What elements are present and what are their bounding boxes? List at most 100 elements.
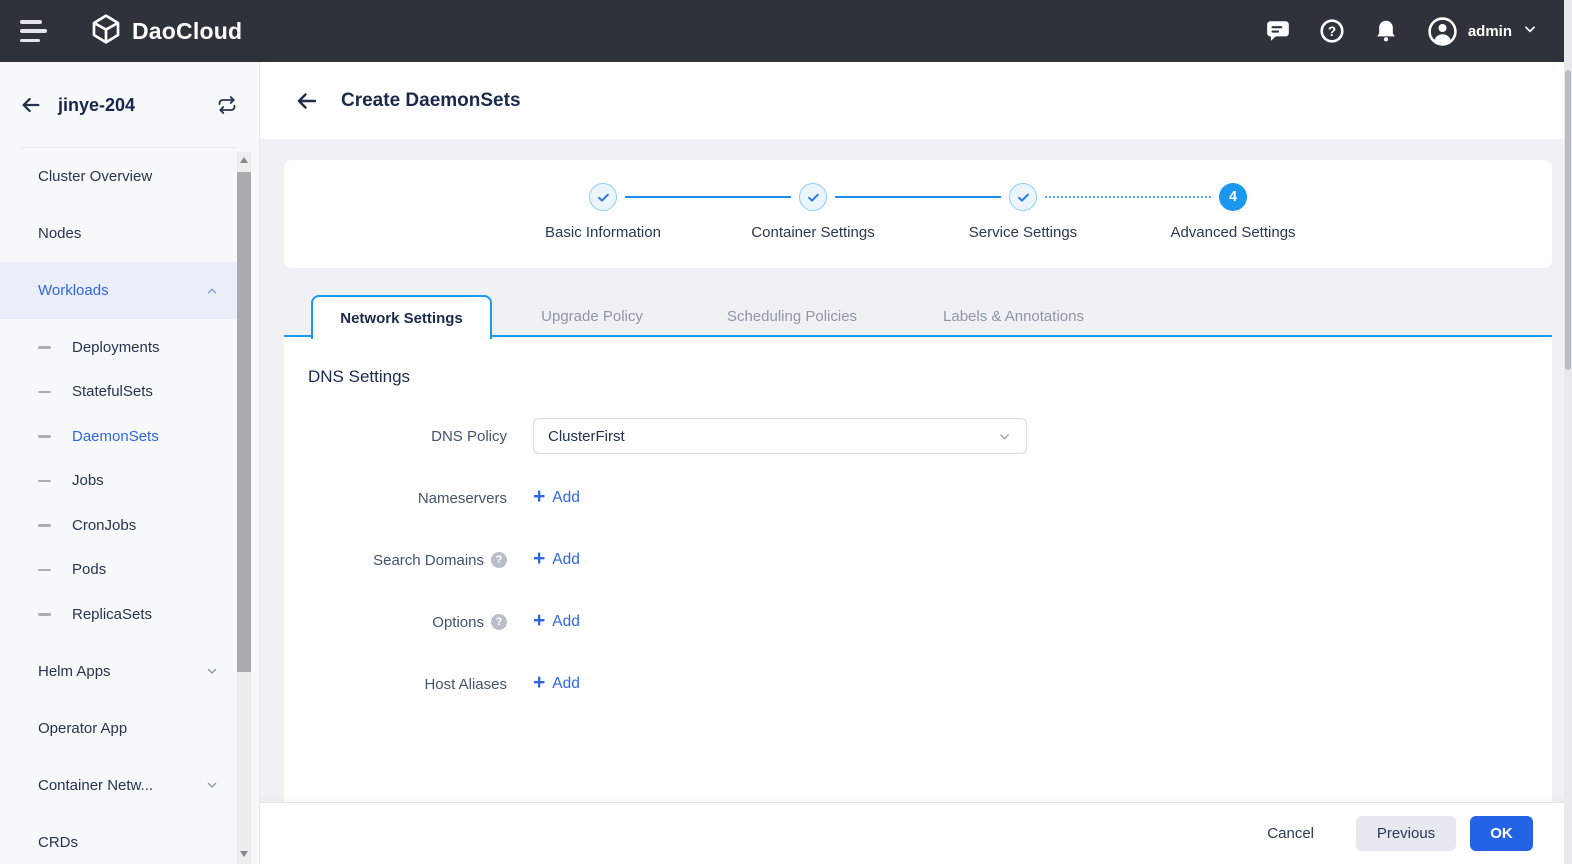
step-check-icon [589, 183, 617, 211]
scroll-down-icon[interactable] [237, 846, 251, 862]
sidebar-item-container-netw[interactable]: Container Netw... [0, 757, 237, 814]
step-check-icon [1009, 183, 1037, 211]
plus-icon: + [533, 547, 546, 570]
sidebar-scrollbar[interactable] [237, 152, 251, 864]
brand[interactable]: DaoCloud [90, 13, 242, 50]
sidebar-item-label: Container Netw... [38, 776, 154, 794]
dash-icon [38, 390, 51, 393]
tab-labels-annotations[interactable]: Labels & Annotations [892, 295, 1135, 337]
sidebar-item-daemonsets[interactable]: DaemonSets [0, 414, 237, 459]
sidebar-item-helm-apps[interactable]: Helm Apps [0, 643, 237, 700]
field-label: Search Domains [373, 551, 484, 569]
dns-policy-select[interactable]: ClusterFirst [533, 418, 1027, 454]
step-number: 4 [1219, 183, 1247, 211]
wizard-body: Basic Information Container Settings Servi… [260, 139, 1572, 802]
chevron-down-icon [1522, 21, 1538, 42]
field-label: Options [432, 613, 484, 631]
avatar-icon [1427, 16, 1458, 47]
dns-policy-label: DNS Policy [431, 427, 507, 445]
chevron-down-icon [205, 778, 219, 792]
previous-button[interactable]: Previous [1356, 816, 1456, 851]
add-options-button[interactable]: + Add [533, 610, 580, 631]
sidebar-item-workloads[interactable]: Workloads [0, 262, 237, 319]
help-icon[interactable]: ? [491, 614, 507, 630]
scroll-up-icon[interactable] [237, 152, 251, 168]
sidebar-item-label: Operator App [38, 719, 128, 737]
step-connector [625, 196, 791, 198]
page-back-icon[interactable] [295, 89, 319, 113]
sidebar-item-jobs[interactable]: Jobs [0, 459, 237, 504]
page-header: Create DaemonSets [260, 62, 1572, 139]
add-search-domains-button[interactable]: + Add [533, 547, 580, 570]
sidebar-menu: Cluster Overview Nodes Workloads Deployment… [0, 148, 237, 864]
sidebar-item-label: Nodes [38, 225, 82, 242]
tab-upgrade-policy[interactable]: Upgrade Policy [492, 295, 692, 337]
tab-network-settings[interactable]: Network Settings [311, 295, 492, 339]
chevron-up-icon [205, 284, 219, 298]
sidebar-item-label: ReplicaSets [72, 605, 153, 623]
sidebar-item-cluster-overview[interactable]: Cluster Overview [0, 148, 237, 205]
help-icon[interactable]: ? [1319, 18, 1346, 45]
step-container-settings[interactable]: Container Settings [708, 160, 918, 268]
page-scrollbar[interactable] [1564, 0, 1572, 864]
ok-button[interactable]: OK [1470, 816, 1533, 851]
sidebar-item-label: CRDs [38, 833, 78, 851]
page-title: Create DaemonSets [341, 89, 521, 111]
page-scrollbar-thumb[interactable] [1565, 70, 1571, 370]
sidebar-item-deployments[interactable]: Deployments [0, 325, 237, 370]
cancel-button[interactable]: Cancel [1253, 816, 1328, 851]
step-advanced-settings[interactable]: 4 Advanced Settings [1128, 160, 1338, 268]
step-connector [835, 196, 1001, 198]
sidebar-item-label: Jobs [72, 472, 104, 490]
tab-label: Network Settings [340, 309, 463, 327]
refresh-icon[interactable] [217, 95, 237, 115]
form-row-options: Options? + Add [284, 591, 1552, 653]
tab-scheduling-policies[interactable]: Scheduling Policies [692, 295, 892, 337]
form-row-search-domains: Search Domains? + Add [284, 529, 1552, 591]
dash-icon [38, 479, 51, 482]
step-label: Service Settings [968, 224, 1078, 241]
tab-label: Scheduling Policies [726, 307, 858, 325]
cluster-name: jinye-204 [58, 94, 136, 115]
sidebar-back-icon[interactable] [20, 94, 42, 116]
step-service-settings[interactable]: Service Settings [918, 160, 1128, 268]
sidebar-item-operator-app[interactable]: Operator App [0, 700, 237, 757]
topbar: DaoCloud ? admin [0, 0, 1572, 62]
chat-icon[interactable] [1265, 18, 1292, 45]
plus-icon: + [533, 671, 546, 694]
add-host-aliases-button[interactable]: + Add [533, 671, 580, 694]
tab-content: DNS Settings DNS Policy ClusterFirst Nam… [284, 337, 1552, 802]
form-row-host-aliases: Host Aliases + Add [284, 653, 1552, 715]
sidebar-item-label: Pods [72, 561, 107, 579]
sidebar-item-label: Workloads [38, 282, 109, 299]
dash-icon [38, 346, 51, 349]
sidebar-item-label: Deployments [72, 338, 160, 356]
add-nameservers-button[interactable]: + Add [533, 485, 580, 508]
step-label: Basic Information [545, 224, 661, 241]
sidebar-item-nodes[interactable]: Nodes [0, 205, 237, 262]
bell-icon[interactable] [1373, 18, 1400, 45]
step-basic-information[interactable]: Basic Information [498, 160, 708, 268]
sidebar-item-cronjobs[interactable]: CronJobs [0, 503, 237, 548]
tabstrip: Network Settings Upgrade Policy Scheduling… [284, 295, 1552, 339]
menu-icon[interactable] [20, 20, 50, 42]
section-title: DNS Settings [308, 367, 411, 386]
help-icon[interactable]: ? [491, 552, 507, 568]
username: admin [1467, 22, 1512, 40]
dash-icon [38, 435, 51, 438]
sidebar-item-replicasets[interactable]: ReplicaSets [0, 592, 237, 637]
step-label: Container Settings [751, 224, 875, 241]
sidebar-item-label: Cluster Overview [38, 168, 153, 185]
plus-icon: + [533, 485, 546, 508]
daocloud-logo-icon [90, 13, 122, 50]
sidebar-scrollbar-thumb[interactable] [237, 172, 251, 672]
dns-policy-row: DNS Policy ClusterFirst [284, 405, 1552, 467]
sidebar-item-crds[interactable]: CRDs [0, 814, 237, 864]
user-menu[interactable]: admin [1427, 16, 1538, 47]
dns-policy-value: ClusterFirst [548, 427, 625, 445]
tab-label: Labels & Annotations [943, 307, 1084, 325]
dash-icon [38, 524, 51, 527]
sidebar-item-pods[interactable]: Pods [0, 548, 237, 593]
step-label: Advanced Settings [1170, 224, 1296, 241]
sidebar-item-statefulsets[interactable]: StatefulSets [0, 370, 237, 415]
